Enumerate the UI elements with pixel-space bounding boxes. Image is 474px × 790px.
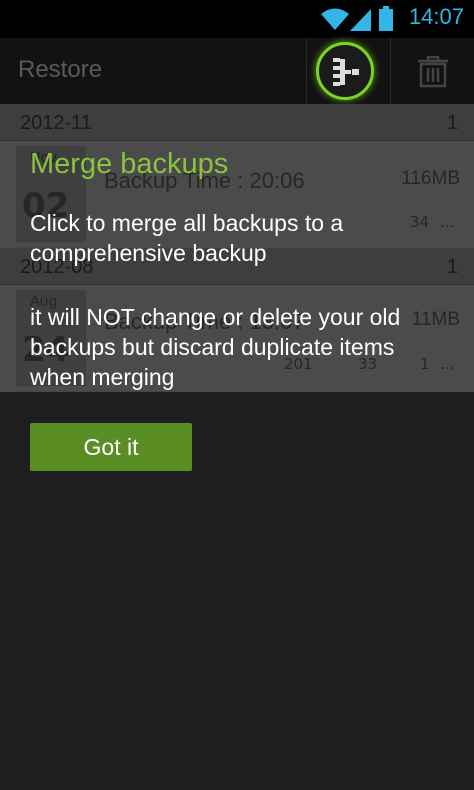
group-header: 2012-11 1 xyxy=(0,104,474,141)
battery-icon xyxy=(379,6,393,31)
group-date: 2012-11 xyxy=(20,112,92,134)
tip-title: Merge backups xyxy=(30,148,229,180)
group-count: 1 xyxy=(446,112,458,134)
status-bar: 14:07 xyxy=(0,0,474,38)
action-bar: Restore xyxy=(0,38,474,104)
backup-size: 116MB xyxy=(401,168,460,189)
trash-icon[interactable] xyxy=(418,56,448,88)
action-separator xyxy=(390,38,391,104)
got-it-button[interactable]: Got it xyxy=(30,423,192,471)
wifi-icon xyxy=(321,8,349,30)
status-time: 14:07 xyxy=(408,4,464,29)
merge-icon xyxy=(333,58,359,86)
tip-paragraph: Click to merge all backups to a comprehe… xyxy=(30,210,344,266)
action-separator xyxy=(306,38,307,104)
merge-backups-button[interactable] xyxy=(316,42,374,100)
tip-paragraph: it will NOT change or delete your old ba… xyxy=(30,304,401,390)
page-title: Restore xyxy=(18,56,103,83)
signal-icon xyxy=(350,9,371,31)
